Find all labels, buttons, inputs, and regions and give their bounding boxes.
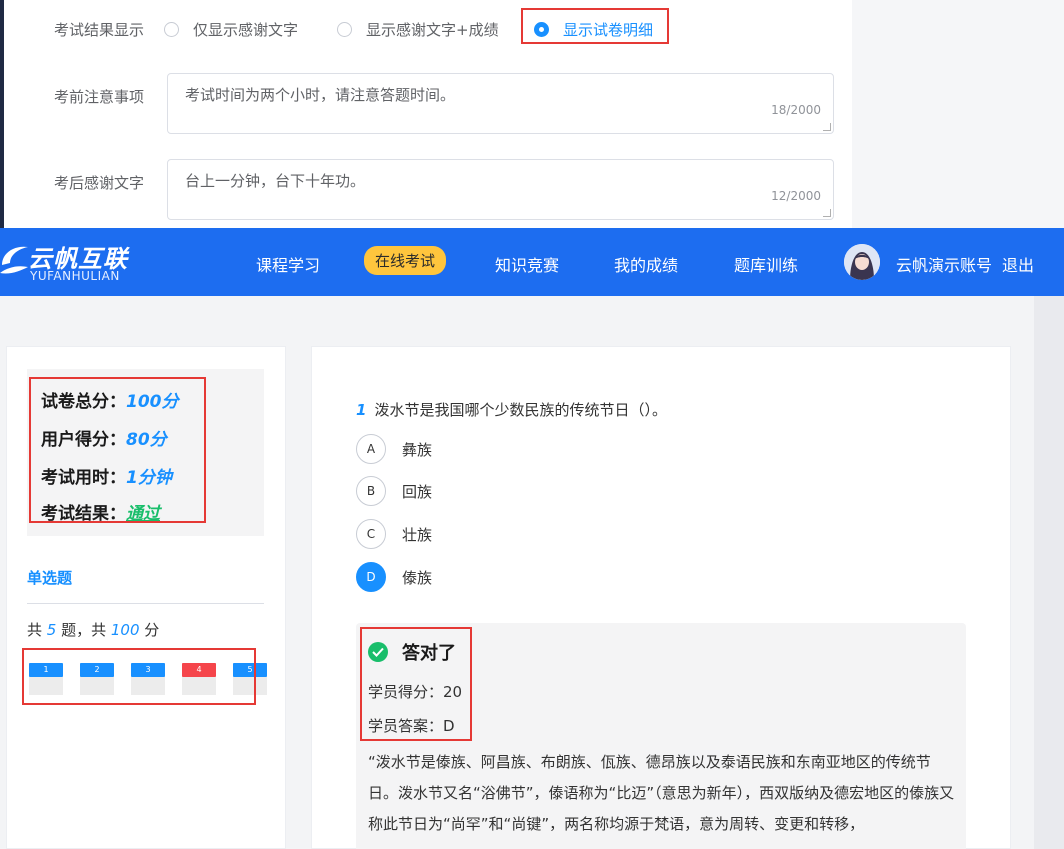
pre-notice-textarea[interactable]: 考试时间为两个小时，请注意答题时间。 18/2000 [167,73,834,134]
pre-notice-label: 考前注意事项 [54,88,145,106]
highlight-outline [29,377,206,523]
nav-online-exam[interactable]: 在线考试 [364,246,447,275]
logout-link[interactable]: 退出 [1002,252,1034,276]
section-single-choice: 单选题 [27,569,73,587]
answer-explanation: “泼水节是傣族、阿昌族、布朗族、佤族、德昂族以及泰语民族和东南亚地区的传统节日。… [368,753,955,833]
option-b[interactable]: B 回族 [356,476,432,506]
nav-my-scores[interactable]: 我的成绩 [614,252,678,276]
nav-knowledge-contest[interactable]: 知识竞赛 [495,252,559,276]
top-nav-bar: 云帆互联 YUFANHULIAN 课程学习 在线考试 知识竞赛 我的成绩 题库训… [0,228,1064,296]
resize-handle-icon[interactable] [823,209,831,217]
question-title: 1 泼水节是我国哪个少数民族的传统节日（）。 [356,401,667,419]
settings-form: 考试结果显示 仅显示感谢文字 显示感谢文字+成绩 显示试卷明细 考前注意事项 考… [4,0,852,228]
option-d[interactable]: D 傣族 [356,562,432,592]
radio-thanks-only[interactable]: 仅显示感谢文字 [164,19,298,40]
exam-settings-panel: 考试结果显示 仅显示感谢文字 显示感谢文字+成绩 显示试卷明细 考前注意事项 考… [0,0,1064,228]
resize-handle-icon[interactable] [823,123,831,131]
nav-course-study[interactable]: 课程学习 [256,252,320,276]
avatar-portrait-icon [844,244,880,280]
exam-summary-card: 试卷总分：100分 用户得分：80分 考试用时：1分钟 考试结果：通过 单选题 … [6,346,286,849]
radio-circle-icon [337,22,352,37]
highlight-outline [521,8,669,44]
site-logo[interactable]: 云帆互联 YUFANHULIAN [0,237,140,287]
logo-subtext: YUFANHULIAN [30,269,120,283]
option-c[interactable]: C 壮族 [356,519,432,549]
user-avatar[interactable] [844,244,880,280]
result-display-label: 考试结果显示 [54,21,145,39]
thanks-text-label: 考后感谢文字 [54,174,145,192]
logo-swoosh-icon [0,246,28,274]
user-name[interactable]: 云帆演示账号 [896,252,992,276]
question-detail-card: 1 泼水节是我国哪个少数民族的传统节日（）。 A 彝族 B 回族 C 壮族 D 傣… [311,346,1011,849]
page-background [852,0,1064,228]
question-count: 共 5 题，共 100 分 [27,621,160,639]
highlight-outline [360,627,472,741]
option-a[interactable]: A 彝族 [356,434,432,464]
divider [27,603,264,604]
answer-result-panel: 答对了 学员得分：20 学员答案：D “泼水节是傣族、阿昌族、布朗族、佤族、德昂… [356,623,966,849]
page-scroll-area [1034,296,1064,849]
nav-question-bank[interactable]: 题库训练 [734,252,798,276]
radio-circle-icon [164,22,179,37]
radio-thanks-and-score[interactable]: 显示感谢文字+成绩 [337,19,499,40]
thanks-text-textarea[interactable]: 台上一分钟，台下十年功。 12/2000 [167,159,834,220]
highlight-outline [22,648,256,705]
